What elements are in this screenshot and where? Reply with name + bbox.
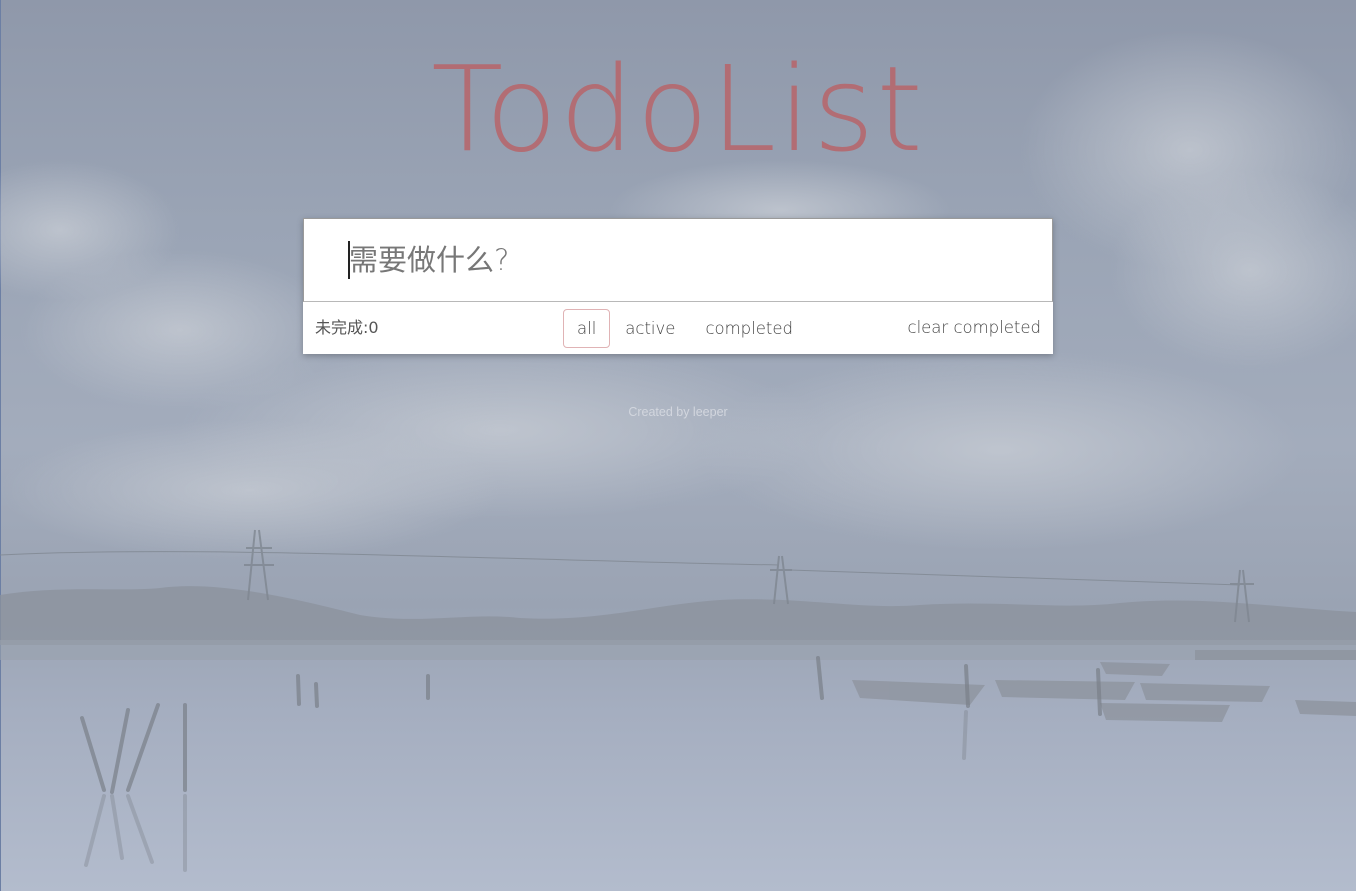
text-cursor [348,241,350,279]
filter-completed[interactable]: completed [690,309,808,348]
poles [80,656,1102,794]
page-background: TodoList 未完成:0 all active completed clea… [0,0,1356,891]
credit-footer: Created by leeper [628,405,728,419]
app-title: TodoList [431,40,925,178]
remaining-count: 未完成:0 [315,302,379,354]
filter-active[interactable]: active [610,309,690,348]
filter-group: all active completed [563,309,808,348]
shoreline [0,586,1356,645]
remaining-count-value: 0 [368,318,379,337]
todo-footer: 未完成:0 all active completed clear complet… [303,302,1053,354]
new-todo-input[interactable] [303,218,1053,302]
remaining-count-label: 未完成: [315,318,369,337]
boats [852,650,1356,722]
filter-all[interactable]: all [563,309,611,348]
clear-completed-button[interactable]: clear completed [908,302,1042,354]
todo-card: 未完成:0 all active completed clear complet… [303,218,1053,354]
